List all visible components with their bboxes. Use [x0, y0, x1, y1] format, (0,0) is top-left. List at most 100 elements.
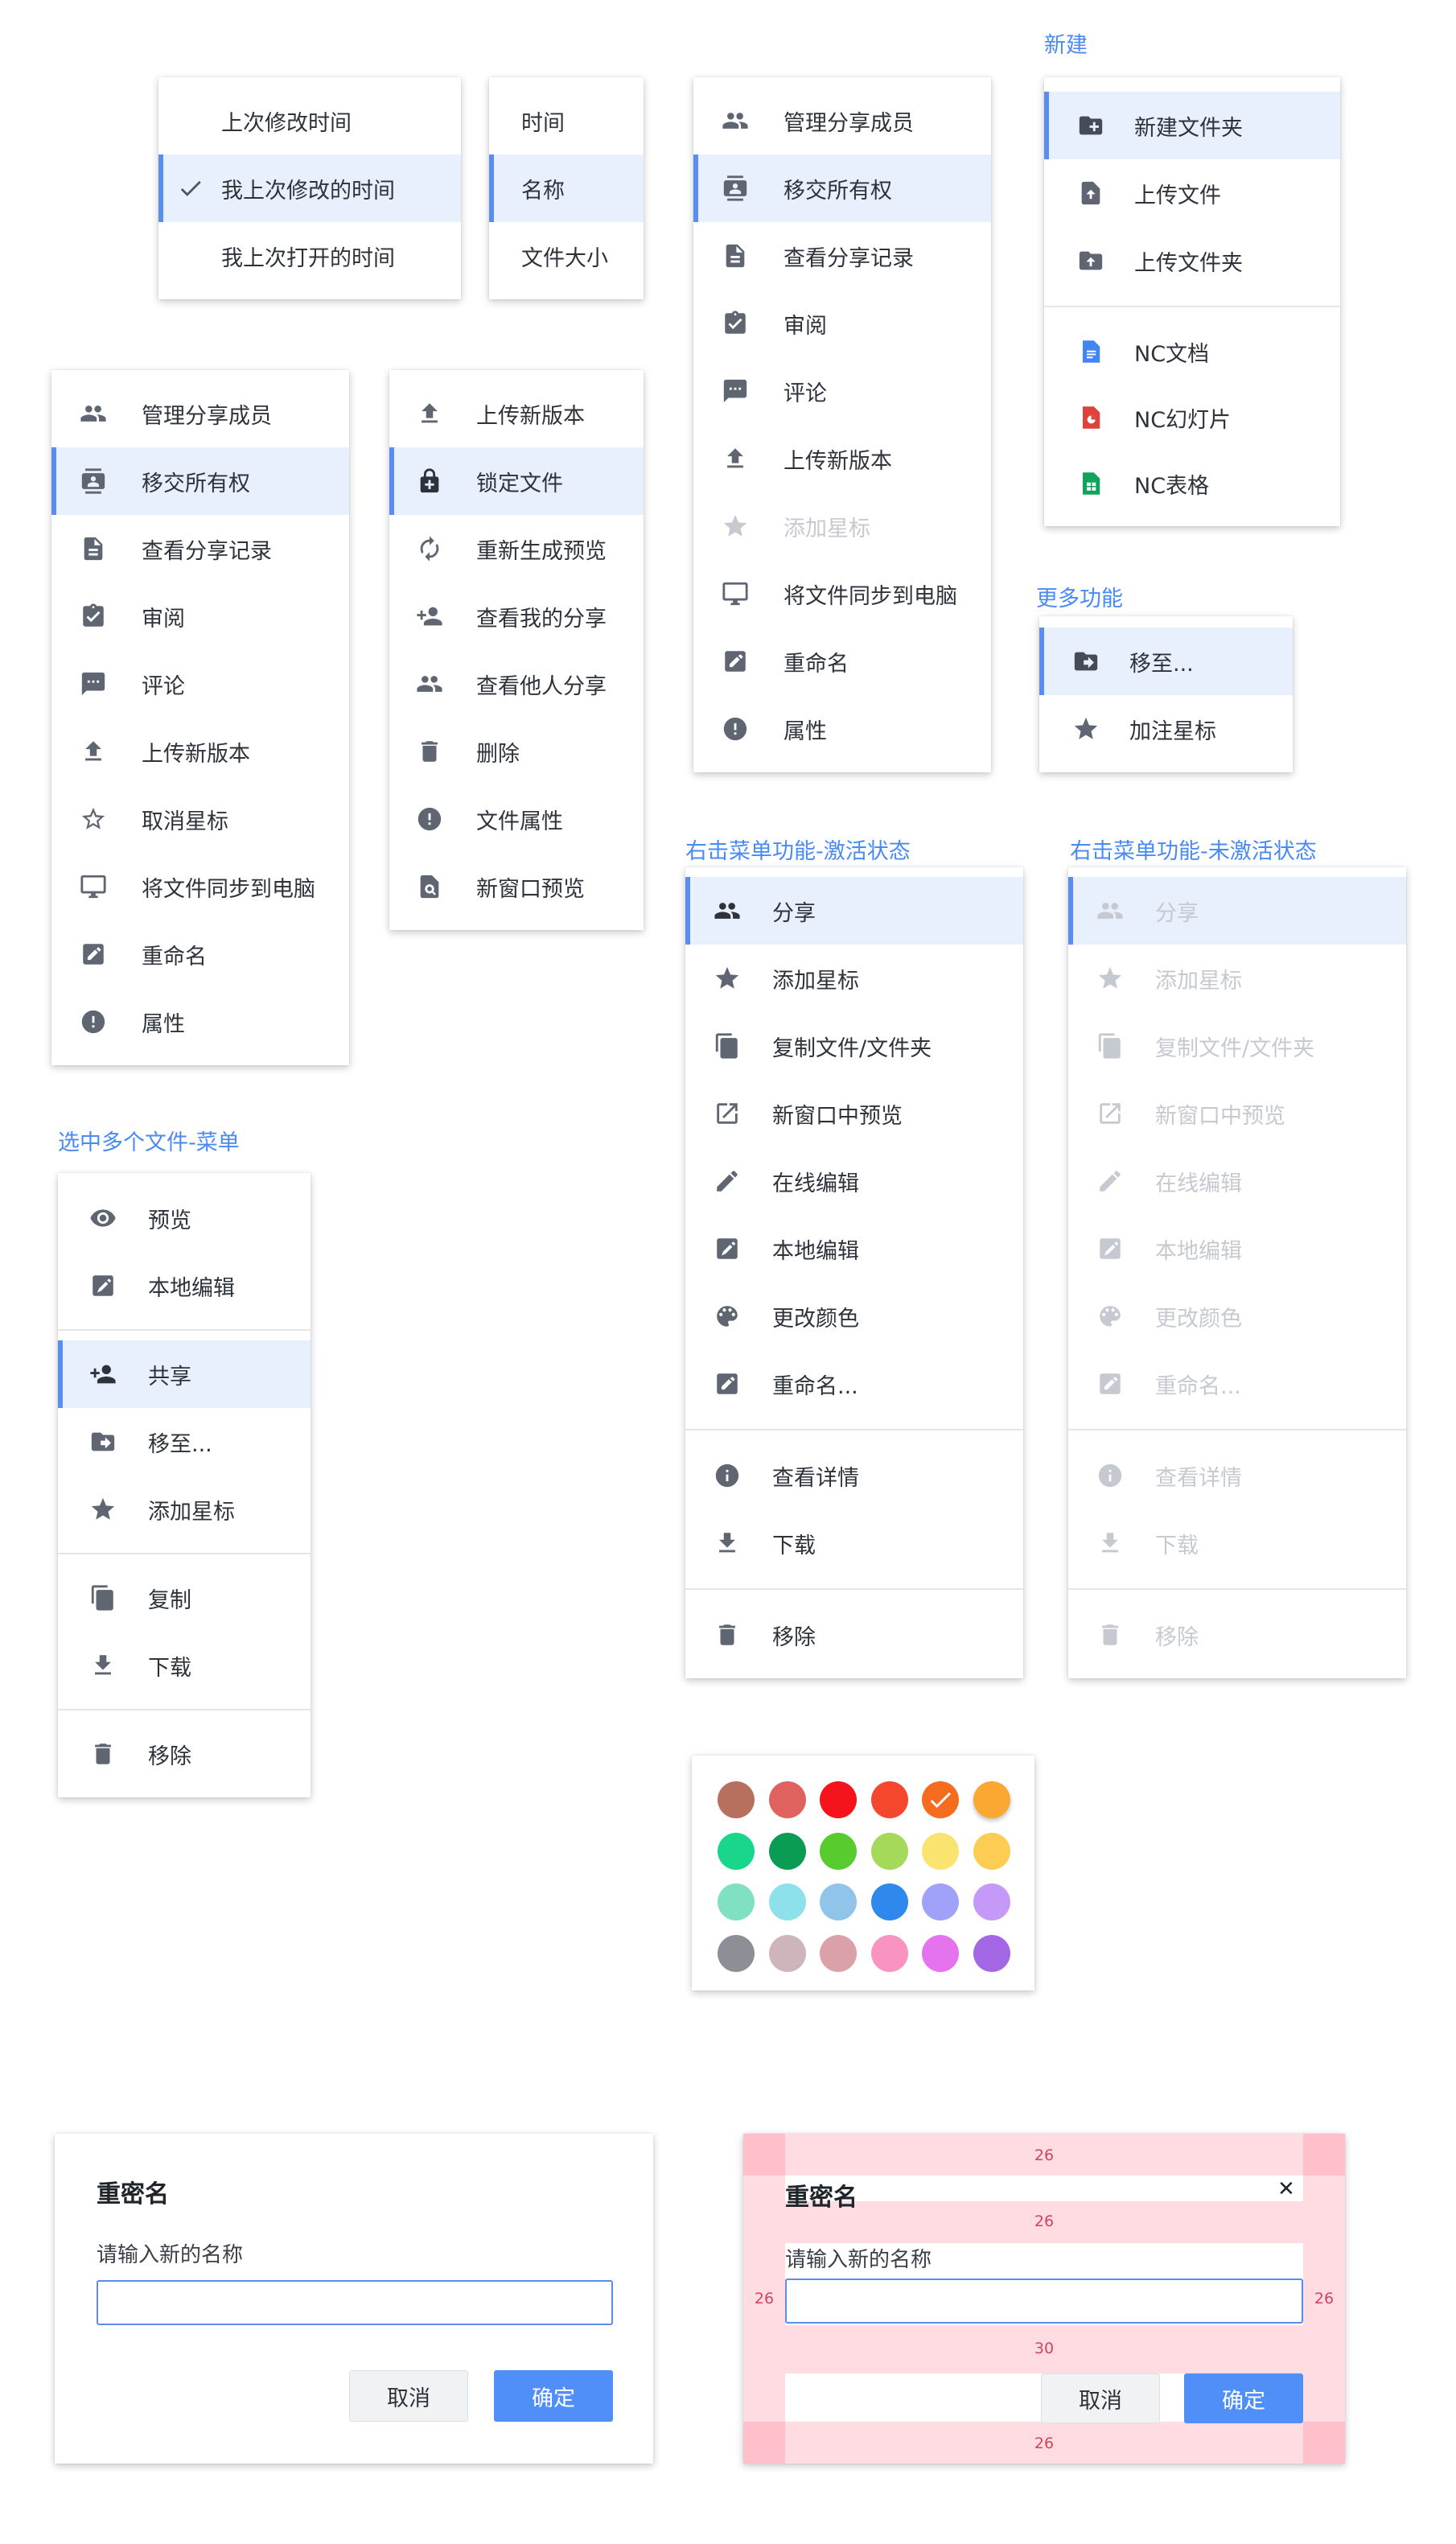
menu-item-remove[interactable]: 移除	[58, 1720, 311, 1788]
menu-item-add-star[interactable]: 添加星标	[685, 945, 1023, 1012]
menu-item-properties[interactable]: 属性	[693, 695, 991, 763]
color-swatch[interactable]	[922, 1934, 959, 1972]
menu-item-last-modified[interactable]: 上次修改时间	[158, 87, 461, 154]
menu-item-rename[interactable]: 重命名...	[685, 1350, 1023, 1418]
menu-item-label: 查看分享记录	[784, 245, 914, 271]
menu-item-review[interactable]: 审阅	[693, 290, 991, 357]
color-swatch[interactable]	[768, 1883, 806, 1920]
menu-item-sync[interactable]: 将文件同步到电脑	[693, 560, 991, 628]
menu-item-copy[interactable]: 复制文件/文件夹	[685, 1012, 1023, 1080]
menu-item-name[interactable]: 名称	[489, 154, 644, 222]
menu-item-upload-version[interactable]: 上传新版本	[389, 380, 644, 447]
menu-item-comment[interactable]: 评论	[693, 357, 991, 425]
menu-item-label: 新建文件夹	[1134, 115, 1243, 141]
ok-button[interactable]: 确定	[494, 2370, 613, 2422]
menu-item-manage-members[interactable]: 管理分享成员	[51, 380, 349, 447]
name-input[interactable]	[97, 2280, 613, 2325]
name-input[interactable]	[785, 2278, 1303, 2324]
menu-item-upload-version[interactable]: 上传新版本	[693, 425, 991, 492]
menu-item-remove[interactable]: 移除	[685, 1601, 1023, 1669]
menu-item-rename[interactable]: 重命名	[51, 920, 349, 988]
menu-item-local-edit[interactable]: 本地编辑	[58, 1252, 311, 1319]
color-swatch[interactable]	[973, 1832, 1010, 1870]
menu-item-review[interactable]: 审阅	[51, 582, 349, 650]
menu-item-share[interactable]: 共享	[58, 1340, 311, 1408]
menu-item-manage-members[interactable]: 管理分享成员	[693, 87, 991, 154]
color-swatch[interactable]	[922, 1883, 959, 1920]
menu-item-transfer-ownership[interactable]: 移交所有权	[51, 447, 349, 515]
menu-item-my-last-modified[interactable]: 我上次修改的时间	[158, 154, 461, 222]
menu-item-add-star[interactable]: 加注星标	[1039, 695, 1293, 763]
new-menu: 新建文件夹 上传文件 上传文件夹 NC文档 NC幻灯片 NC表格	[1044, 77, 1340, 526]
menu-item-new-folder[interactable]: 新建文件夹	[1044, 92, 1340, 159]
color-swatch[interactable]	[718, 1883, 755, 1920]
menu-item-file-properties[interactable]: 文件属性	[389, 785, 644, 853]
menu-item-time[interactable]: 时间	[489, 87, 644, 154]
color-swatch[interactable]	[718, 1832, 755, 1870]
menu-item-upload-version[interactable]: 上传新版本	[51, 718, 349, 785]
trash-icon	[709, 1617, 745, 1653]
menu-item-move-to[interactable]: 移至...	[1039, 628, 1293, 695]
menu-item-copy[interactable]: 复制	[58, 1564, 311, 1632]
menu-item-sync[interactable]: 将文件同步到电脑	[51, 853, 349, 920]
menu-item-nc-doc[interactable]: NC文档	[1044, 319, 1340, 385]
menu-item-share-history[interactable]: 查看分享记录	[51, 515, 349, 582]
menu-item-new-window-preview[interactable]: 新窗口预览	[389, 853, 644, 920]
color-swatch[interactable]	[820, 1781, 857, 1818]
color-swatch[interactable]	[870, 1781, 908, 1818]
menu-item-remove-star[interactable]: 取消星标	[51, 785, 349, 853]
menu-item-online-edit[interactable]: 在线编辑	[685, 1147, 1023, 1215]
comment-icon	[718, 373, 753, 409]
color-swatch[interactable]	[820, 1832, 857, 1870]
menu-item-change-color[interactable]: 更改颜色	[685, 1282, 1023, 1350]
menu-item-size[interactable]: 文件大小	[489, 222, 644, 290]
menu-item-others-shares[interactable]: 查看他人分享	[389, 650, 644, 718]
menu-item-details[interactable]: 查看详情	[685, 1442, 1023, 1509]
color-swatch[interactable]	[820, 1934, 857, 1972]
menu-item-share-history[interactable]: 查看分享记录	[693, 222, 991, 290]
section-title-more: 更多功能	[1036, 587, 1123, 611]
color-swatch[interactable]	[820, 1883, 857, 1920]
pencil-icon	[709, 1163, 745, 1199]
menu-item-preview[interactable]: 预览	[58, 1184, 311, 1252]
color-swatch[interactable]	[973, 1883, 1010, 1920]
color-swatch[interactable]	[973, 1934, 1010, 1972]
cancel-button[interactable]: 取消	[1041, 2373, 1160, 2423]
color-swatch[interactable]	[718, 1781, 755, 1818]
menu-item-regenerate-preview[interactable]: 重新生成预览	[389, 515, 644, 582]
color-swatch[interactable]	[718, 1934, 755, 1972]
color-swatch[interactable]	[922, 1832, 959, 1870]
close-icon[interactable]: ✕	[1277, 2177, 1295, 2201]
menu-item-my-last-opened[interactable]: 我上次打开的时间	[158, 222, 461, 290]
menu-item-lock-file[interactable]: 锁定文件	[389, 447, 644, 515]
menu-item-properties[interactable]: 属性	[51, 988, 349, 1056]
menu-item-upload-file[interactable]: 上传文件	[1044, 159, 1340, 227]
menu-item-upload-folder[interactable]: 上传文件夹	[1044, 227, 1340, 294]
menu-item-add-star[interactable]: 添加星标	[58, 1476, 311, 1543]
color-swatch[interactable]	[870, 1934, 908, 1972]
context-menu-active: 分享 添加星标 复制文件/文件夹 新窗口中预览 在线编辑 本地编辑 更改颜色 重…	[685, 867, 1023, 1678]
ok-button[interactable]: 确定	[1184, 2373, 1303, 2423]
menu-item-my-shares[interactable]: 查看我的分享	[389, 582, 644, 650]
color-swatch[interactable]	[870, 1883, 908, 1920]
menu-item-transfer-ownership[interactable]: 移交所有权	[693, 154, 991, 222]
color-swatch[interactable]	[973, 1781, 1010, 1818]
color-swatch[interactable]	[768, 1934, 806, 1972]
color-swatch[interactable]	[870, 1832, 908, 1870]
menu-item-open-new-window[interactable]: 新窗口中预览	[685, 1080, 1023, 1147]
menu-item-download[interactable]: 下载	[58, 1632, 311, 1699]
menu-item-rename[interactable]: 重命名	[693, 628, 991, 695]
menu-item-download[interactable]: 下载	[685, 1509, 1023, 1577]
color-swatch[interactable]	[768, 1781, 806, 1818]
color-swatch[interactable]	[922, 1781, 959, 1818]
color-swatch[interactable]	[768, 1832, 806, 1870]
cancel-button[interactable]: 取消	[349, 2370, 468, 2422]
menu-item-move-to[interactable]: 移至...	[58, 1408, 311, 1476]
menu-item-nc-sheet[interactable]: NC表格	[1044, 451, 1340, 517]
menu-item-local-edit[interactable]: 本地编辑	[685, 1215, 1023, 1282]
menu-item-delete[interactable]: 删除	[389, 718, 644, 785]
menu-item-nc-slides[interactable]: NC幻灯片	[1044, 385, 1340, 451]
menu-item-share[interactable]: 分享	[685, 877, 1023, 945]
menu-item-comment[interactable]: 评论	[51, 650, 349, 718]
menu-item-label: 在线编辑	[772, 1171, 859, 1196]
